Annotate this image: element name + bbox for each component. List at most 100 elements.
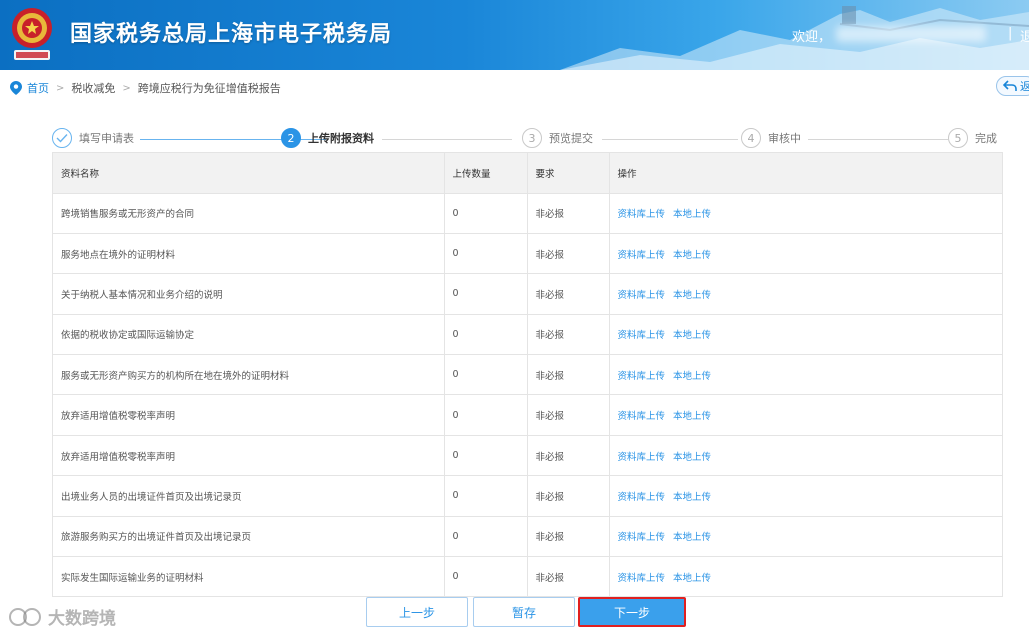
requirement-cell: 非必报 <box>527 556 610 597</box>
document-name-cell: 出境业务人员的出境证件首页及出境记录页 <box>53 475 445 517</box>
upload-count-cell: 0 <box>444 515 528 557</box>
table-row: 服务或无形资产购买方的机构所在地在境外的证明材料 0 非必报 资料库上传 本地上传 <box>53 354 1002 395</box>
actions-cell: 资料库上传 本地上传 <box>609 313 1002 355</box>
table-row: 实际发生国际运输业务的证明材料 0 非必报 资料库上传 本地上传 <box>53 556 1002 597</box>
local-upload-link[interactable]: 本地上传 <box>673 532 711 543</box>
requirement-cell: 非必报 <box>527 475 610 517</box>
local-upload-link[interactable]: 本地上传 <box>673 492 711 503</box>
step-1: 填写申请表 <box>52 128 134 148</box>
local-upload-link[interactable]: 本地上传 <box>673 209 711 220</box>
header-separator: | <box>1008 26 1013 41</box>
document-name-cell: 放弃适用增值税零税率声明 <box>53 434 445 476</box>
step-3: 3 预览提交 <box>522 128 593 148</box>
back-arrow-icon <box>1003 80 1017 91</box>
upload-count-cell: 0 <box>444 313 528 355</box>
next-step-button[interactable]: 下一步 <box>578 597 686 627</box>
local-upload-link[interactable]: 本地上传 <box>673 411 711 422</box>
document-name-cell: 服务或无形资产购买方的机构所在地在境外的证明材料 <box>53 354 445 395</box>
tax-emblem-logo <box>12 8 52 60</box>
header-document-name: 资料名称 <box>53 153 445 193</box>
local-upload-link[interactable]: 本地上传 <box>673 371 711 382</box>
requirement-cell: 非必报 <box>527 354 610 395</box>
upload-count-cell: 0 <box>444 192 528 234</box>
library-upload-link[interactable]: 资料库上传 <box>618 452 666 463</box>
check-icon <box>52 128 72 148</box>
table-row: 服务地点在境外的证明材料 0 非必报 资料库上传 本地上传 <box>53 232 1002 274</box>
document-name-cell: 跨境销售服务或无形资产的合同 <box>53 192 445 234</box>
library-upload-link[interactable]: 资料库上传 <box>618 209 666 220</box>
upload-count-cell: 0 <box>444 475 528 517</box>
breadcrumb-home[interactable]: 首页 <box>27 80 49 96</box>
logout-link[interactable]: 退 <box>1020 26 1029 45</box>
watermark-text: 大数跨境 <box>48 609 116 629</box>
actions-cell: 资料库上传 本地上传 <box>609 354 1002 395</box>
step-4-number: 4 <box>741 128 761 148</box>
library-upload-link[interactable]: 资料库上传 <box>618 250 666 261</box>
table-header-row: 资料名称 上传数量 要求 操作 <box>53 153 1002 193</box>
requirement-cell: 非必报 <box>527 434 610 476</box>
previous-step-button[interactable]: 上一步 <box>366 597 468 627</box>
library-upload-link[interactable]: 资料库上传 <box>618 371 666 382</box>
upload-count-cell: 0 <box>444 354 528 395</box>
step-4: 4 审核中 <box>741 128 801 148</box>
document-name-cell: 关于纳税人基本情况和业务介绍的说明 <box>53 273 445 315</box>
welcome-text: 欢迎， <box>792 30 832 45</box>
requirement-cell: 非必报 <box>527 515 610 557</box>
actions-cell: 资料库上传 本地上传 <box>609 475 1002 517</box>
blurred-username <box>836 26 986 42</box>
requirement-cell: 非必报 <box>527 394 610 436</box>
local-upload-link[interactable]: 本地上传 <box>673 290 711 301</box>
breadcrumb: 首页 > 税收减免 > 跨境应税行为免征增值税报告 <box>10 80 281 96</box>
upload-count-cell: 0 <box>444 394 528 436</box>
step-4-label: 审核中 <box>768 132 801 145</box>
requirement-cell: 非必报 <box>527 273 610 315</box>
requirement-cell: 非必报 <box>527 232 610 274</box>
actions-cell: 资料库上传 本地上传 <box>609 232 1002 274</box>
back-button-label: 返 <box>1020 80 1029 93</box>
step-1-label: 填写申请表 <box>79 132 134 145</box>
step-5-number: 5 <box>948 128 968 148</box>
library-upload-link[interactable]: 资料库上传 <box>618 492 666 503</box>
local-upload-link[interactable]: 本地上传 <box>673 250 711 261</box>
actions-cell: 资料库上传 本地上传 <box>609 515 1002 557</box>
upload-count-cell: 0 <box>444 434 528 476</box>
local-upload-link[interactable]: 本地上传 <box>673 573 711 584</box>
actions-cell: 资料库上传 本地上传 <box>609 273 1002 315</box>
save-draft-button[interactable]: 暂存 <box>473 597 575 627</box>
step-5: 5 完成 <box>948 128 997 148</box>
requirement-cell: 非必报 <box>527 313 610 355</box>
actions-cell: 资料库上传 本地上传 <box>609 394 1002 436</box>
document-name-cell: 依据的税收协定或国际运输协定 <box>53 313 445 355</box>
step-5-label: 完成 <box>975 132 997 145</box>
breadcrumb-separator: > <box>56 82 65 94</box>
watermark: 大数跨境 <box>8 604 116 629</box>
library-upload-link[interactable]: 资料库上传 <box>618 290 666 301</box>
library-upload-link[interactable]: 资料库上传 <box>618 330 666 341</box>
watermark-logo-icon <box>9 607 41 626</box>
header-requirement: 要求 <box>527 153 610 193</box>
actions-cell: 资料库上传 本地上传 <box>609 556 1002 597</box>
actions-cell: 资料库上传 本地上传 <box>609 434 1002 476</box>
breadcrumb-separator: > <box>122 82 131 94</box>
site-header: 国家税务总局上海市电子税务局 欢迎， | 退 <box>0 0 1029 70</box>
library-upload-link[interactable]: 资料库上传 <box>618 573 666 584</box>
local-upload-link[interactable]: 本地上传 <box>673 452 711 463</box>
local-upload-link[interactable]: 本地上传 <box>673 330 711 341</box>
table-row: 依据的税收协定或国际运输协定 0 非必报 资料库上传 本地上传 <box>53 313 1002 355</box>
table-row: 放弃适用增值税零税率声明 0 非必报 资料库上传 本地上传 <box>53 434 1002 476</box>
library-upload-link[interactable]: 资料库上传 <box>618 532 666 543</box>
upload-count-cell: 0 <box>444 556 528 597</box>
actions-cell: 资料库上传 本地上传 <box>609 192 1002 234</box>
breadcrumb-tax-relief[interactable]: 税收减免 <box>71 80 115 96</box>
back-button[interactable]: 返 <box>996 76 1029 96</box>
requirement-cell: 非必报 <box>527 192 610 234</box>
document-name-cell: 放弃适用增值税零税率声明 <box>53 394 445 436</box>
step-2-label: 上传附报资料 <box>308 132 374 145</box>
document-name-cell: 旅游服务购买方的出境证件首页及出境记录页 <box>53 515 445 557</box>
table-row: 关于纳税人基本情况和业务介绍的说明 0 非必报 资料库上传 本地上传 <box>53 273 1002 315</box>
table-row: 放弃适用增值税零税率声明 0 非必报 资料库上传 本地上传 <box>53 394 1002 436</box>
table-row: 出境业务人员的出境证件首页及出境记录页 0 非必报 资料库上传 本地上传 <box>53 475 1002 517</box>
library-upload-link[interactable]: 资料库上传 <box>618 411 666 422</box>
step-connector <box>602 139 738 140</box>
step-3-label: 预览提交 <box>549 132 593 145</box>
